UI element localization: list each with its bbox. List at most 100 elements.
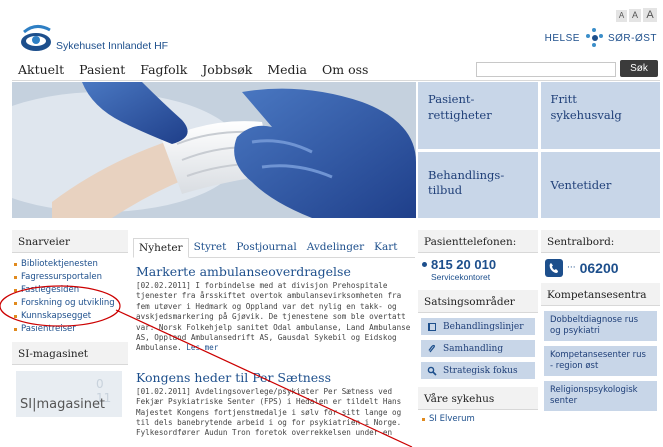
tile-line: rettigheter (428, 107, 492, 122)
tile-line: Pasient- (428, 92, 475, 106)
tab-kart[interactable]: Kart (369, 238, 402, 257)
link-label: Fagressursportalen (21, 272, 103, 282)
read-more-link[interactable]: Les mer (186, 343, 218, 352)
paperclip-icon (428, 344, 436, 352)
vare-sykehus-heading: Våre sykehus (418, 387, 538, 410)
satsing-label: Behandlingslinjer (443, 321, 524, 332)
servicekontoret-link[interactable]: Servicekontoret (431, 272, 534, 282)
nav-item-media[interactable]: Media (267, 62, 307, 77)
tile-ventetider[interactable]: Ventetider (540, 151, 660, 218)
news-item: Markerte ambulanseoverdragelse [02.02.20… (133, 258, 415, 354)
tile-line: Behandlings- (428, 167, 505, 182)
magnifier-icon (427, 366, 437, 376)
tile-line: Ventetider (550, 177, 612, 192)
bullet-icon (14, 314, 17, 318)
logo-text: Sykehuset Innlandet HF (56, 40, 169, 52)
snarveier-link[interactable]: Bibliotektjenesten (14, 259, 128, 269)
bullet-icon (14, 275, 17, 279)
satsing-label: Samhandling (443, 343, 504, 354)
search-button[interactable]: Søk (620, 60, 658, 77)
snarveier-link[interactable]: Kunnskapsegget (14, 311, 128, 321)
satsing-strategisk-fokus-button[interactable]: Strategisk fokus (421, 362, 535, 379)
tile-line: tilbud (428, 183, 463, 198)
bullet-icon (422, 417, 425, 421)
pasienttelefonen-heading: Pasienttelefonen: (418, 230, 538, 253)
book-icon (428, 322, 436, 331)
quick-tiles: Pasient- rettigheter Fritt sykehusvalg B… (418, 82, 660, 218)
snarveier-link[interactable]: Fagressursportalen (14, 272, 128, 282)
helse-sor-ost-logo[interactable]: HELSE SØR-ØST (545, 28, 657, 48)
satsing-label: Strategisk fokus (443, 365, 518, 376)
tile-pasientrettigheter[interactable]: Pasient- rettigheter (418, 82, 538, 149)
news-title[interactable]: Markerte ambulanseoverdragelse (136, 264, 413, 279)
sentralbord-prefix: ··· (567, 263, 576, 273)
font-size-medium-button[interactable]: A (629, 9, 641, 22)
snarveier-list: Bibliotektjenesten Fagressursportalen Fa… (12, 253, 128, 334)
pasienttelefonen-number[interactable]: 815 20 010 (431, 257, 496, 272)
nav-divider (12, 80, 660, 81)
right-column-2: Sentralbord: ··· 06200 Kompetansesentra … (541, 230, 660, 411)
satsing-behandlingslinjer-button[interactable]: Behandlingslinjer (421, 318, 535, 335)
sentralbord-heading: Sentralbord: (541, 230, 660, 253)
tile-behandlingstilbud[interactable]: Behandlings- tilbud (418, 151, 538, 218)
tab-nyheter[interactable]: Nyheter (133, 238, 189, 258)
link-label: Kunnskapsegget (21, 311, 92, 321)
si-magasinet-heading: SI-magasinet (12, 342, 128, 365)
news-column: Nyheter Styret Postjournal Avdelinger Ka… (133, 230, 415, 439)
tile-fritt-sykehusvalg[interactable]: Fritt sykehusvalg (540, 82, 660, 149)
nav-item-aktuelt[interactable]: Aktuelt (18, 62, 64, 77)
link-label: Forskning og utvikling (21, 298, 115, 308)
hero-gloved-hands-illustration (12, 82, 416, 218)
news-item: Kongens heder til Per Sætness [01.02.201… (133, 364, 415, 439)
hero-image (12, 82, 416, 218)
search-input[interactable] (476, 62, 616, 77)
logo-eye-icon (21, 25, 51, 51)
right-column-1: Pasienttelefonen: 815 20 010 Servicekont… (418, 230, 538, 428)
nav-item-pasient[interactable]: Pasient (79, 62, 125, 77)
news-body: [02.02.2011] I forbindelse med at divisj… (136, 281, 413, 354)
tab-avdelinger[interactable]: Avdelinger (302, 238, 369, 257)
si-magasinet-logo-text: SI|magasinet (20, 397, 106, 412)
font-size-controls: A A A (616, 8, 657, 22)
snarveier-heading: Snarveier (12, 230, 128, 253)
link-label: Fastlegesiden (21, 285, 80, 295)
si-magasinet-banner[interactable]: 0 11 SI|magasinet (16, 371, 122, 417)
tab-postjournal[interactable]: Postjournal (231, 238, 301, 257)
news-body: [01.02.2011] Avdelingsoverlege/psykiater… (136, 386, 402, 438)
kompetansesenter-religionspsykologisk-button[interactable]: Religionspsykologisk senter (544, 381, 657, 411)
snarveier-link[interactable]: Forskning og utvikling (14, 298, 128, 308)
satsingsomrader-heading: Satsingsområder (418, 290, 538, 313)
left-column: Snarveier Bibliotektjenesten Fagressursp… (12, 230, 128, 417)
kompetansesenter-dobbeltdiagnose-button[interactable]: Dobbeltdiagnose rus og psykiatri (544, 311, 657, 341)
nav-item-om-oss[interactable]: Om oss (322, 62, 368, 77)
sykehus-label: SI Elverum (429, 414, 475, 424)
sentralbord-block: ··· 06200 (541, 253, 660, 277)
tab-styret[interactable]: Styret (189, 238, 232, 257)
link-label: Bibliotektjenesten (21, 259, 98, 269)
phone-dot-icon (422, 262, 427, 267)
tile-line: sykehusvalg (550, 107, 622, 122)
helse-dots-icon (584, 28, 604, 48)
link-label: Pasientreiser (21, 324, 76, 334)
news-tabs: Nyheter Styret Postjournal Avdelinger Ka… (133, 230, 415, 258)
helse-left-text: HELSE (544, 32, 580, 44)
kompetansesenter-rus-button[interactable]: Kompetansesenter rus - region øst (544, 346, 657, 376)
main-nav: Aktuelt Pasient Fagfolk Jobbsøk Media Om… (18, 62, 368, 77)
font-size-large-button[interactable]: A (643, 8, 657, 22)
bullet-icon (14, 288, 17, 292)
news-title[interactable]: Kongens heder til Per Sætness (136, 370, 413, 385)
snarveier-link[interactable]: Pasientreiser (14, 324, 128, 334)
bullet-icon (14, 262, 17, 266)
site-logo[interactable]: Sykehuset Innlandet HF (20, 18, 200, 58)
satsing-samhandling-button[interactable]: Samhandling (421, 340, 535, 357)
helse-right-text: SØR-ØST (607, 32, 657, 44)
sykehus-link[interactable]: SI Elverum (418, 410, 538, 428)
tile-line: Fritt (550, 92, 577, 106)
snarveier-link[interactable]: Fastlegesiden (14, 285, 128, 295)
font-size-small-button[interactable]: A (616, 10, 627, 22)
phone-icon (545, 259, 563, 277)
nav-item-jobbsok[interactable]: Jobbsøk (202, 62, 252, 77)
bullet-icon (14, 327, 17, 331)
sentralbord-number[interactable]: 06200 (580, 260, 619, 276)
nav-item-fagfolk[interactable]: Fagfolk (140, 62, 187, 77)
